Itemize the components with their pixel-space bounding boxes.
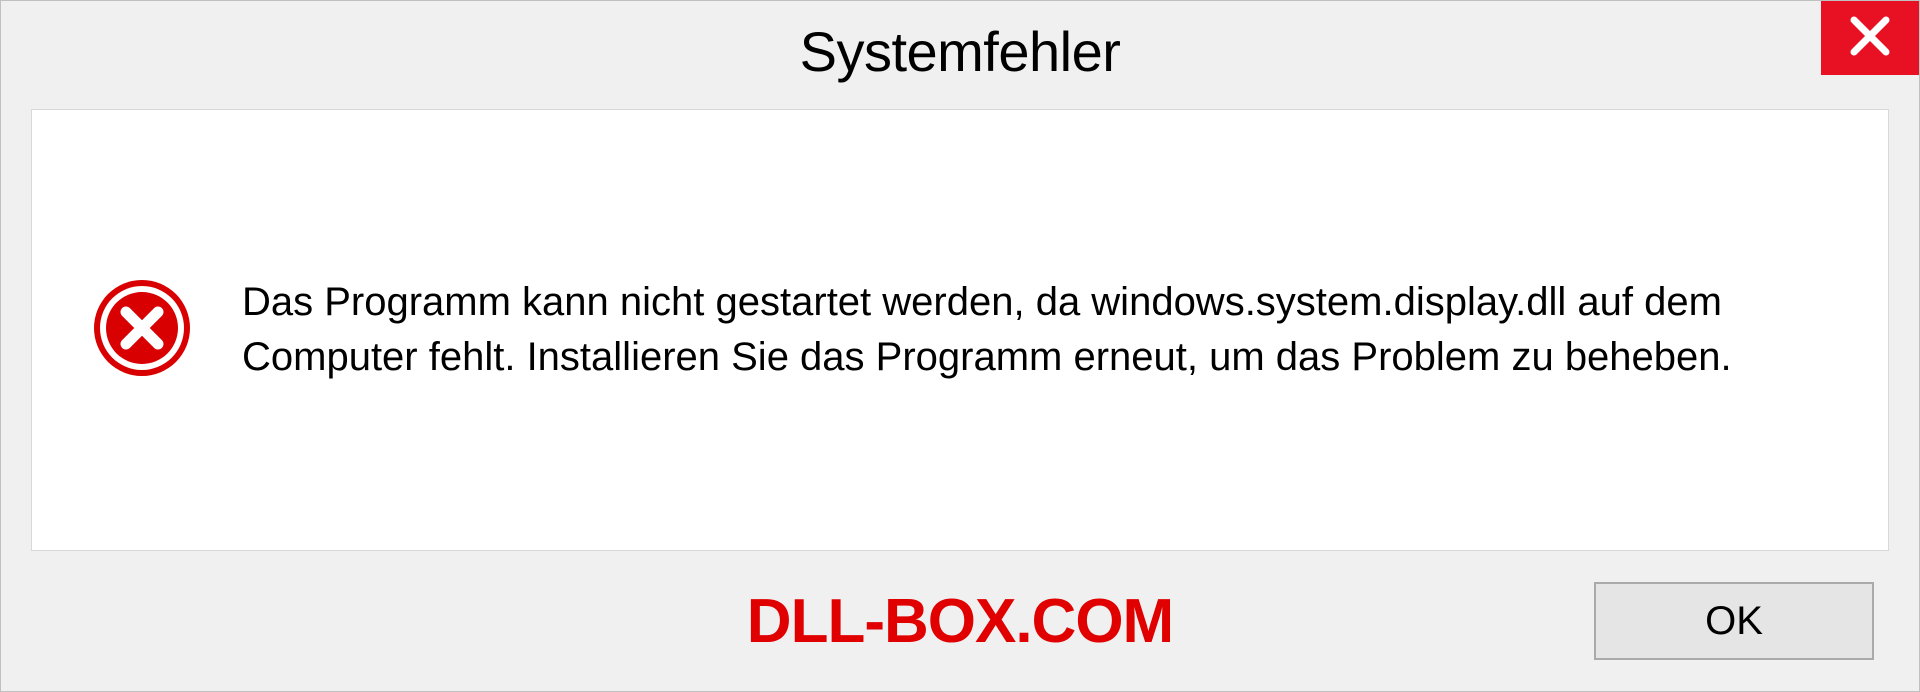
ok-button[interactable]: OK (1594, 582, 1874, 660)
error-dialog: Systemfehler Das Programm kann nicht ges… (0, 0, 1920, 692)
ok-button-label: OK (1705, 599, 1763, 644)
content-area: Das Programm kann nicht gestartet werden… (31, 109, 1889, 551)
close-button[interactable] (1821, 1, 1919, 75)
error-icon (92, 278, 192, 383)
titlebar: Systemfehler (1, 1, 1919, 101)
dialog-title: Systemfehler (800, 19, 1121, 84)
watermark-text: DLL-BOX.COM (747, 586, 1173, 657)
close-icon (1848, 14, 1892, 63)
dialog-footer: DLL-BOX.COM OK (1, 551, 1919, 691)
error-message: Das Programm kann nicht gestartet werden… (242, 275, 1828, 385)
